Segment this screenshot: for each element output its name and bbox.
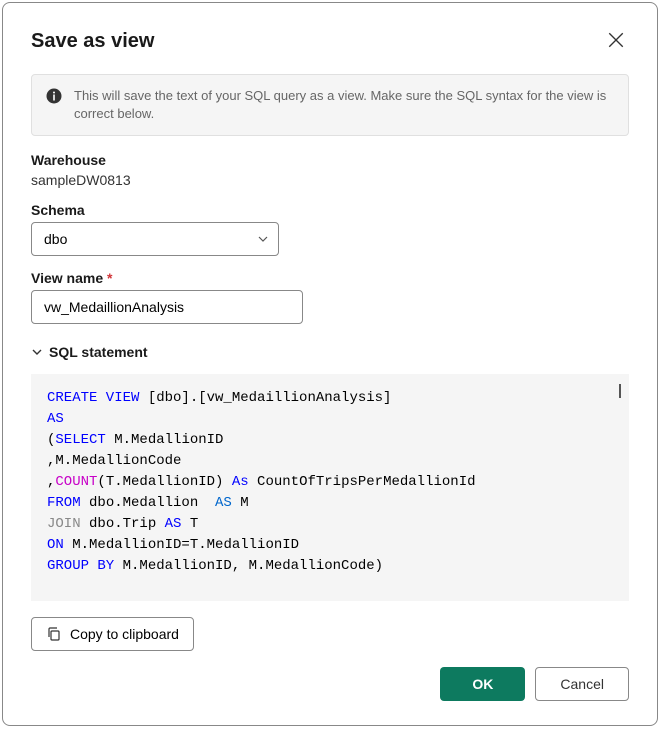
sql-keyword: GROUP BY [47, 558, 114, 574]
close-button[interactable] [603, 27, 629, 56]
modal-title: Save as view [31, 30, 154, 53]
copy-to-clipboard-button[interactable]: Copy to clipboard [31, 617, 194, 651]
view-name-label: View name [31, 270, 629, 286]
sql-text: ,M.MedallionCode [47, 453, 181, 469]
sql-text: (T.MedallionID) [97, 474, 231, 490]
warehouse-value: sampleDW0813 [31, 172, 629, 188]
sql-section-toggle[interactable]: SQL statement [31, 344, 629, 360]
footer-buttons: OK Cancel [31, 667, 629, 701]
copy-icon [46, 626, 62, 642]
sql-text: M.MedallionID [106, 432, 224, 448]
sql-code-block[interactable]: CREATE VIEW [dbo].[vw_MedaillionAnalysis… [31, 374, 629, 601]
sql-text: dbo.Medallion [81, 495, 215, 511]
modal-header: Save as view [31, 27, 629, 56]
schema-select-input[interactable] [31, 222, 279, 256]
info-text: This will save the text of your SQL quer… [74, 87, 614, 123]
sql-keyword: SELECT [55, 432, 105, 448]
sql-text: T [181, 516, 198, 532]
sql-function: COUNT [55, 474, 97, 490]
schema-select[interactable] [31, 222, 279, 256]
sql-text: M [232, 495, 249, 511]
sql-keyword: FROM [47, 495, 81, 511]
sql-text: M.MedallionID, M.MedallionCode) [114, 558, 383, 574]
view-name-input[interactable] [31, 290, 303, 324]
sql-keyword: CREATE VIEW [47, 390, 139, 406]
ok-button[interactable]: OK [440, 667, 525, 701]
info-banner: This will save the text of your SQL quer… [31, 74, 629, 136]
sql-text: M.MedallionID=T.MedallionID [64, 537, 299, 553]
sql-keyword: As [232, 474, 249, 490]
save-as-view-modal: Save as view This will save the text of … [2, 2, 658, 726]
sql-keyword: AS [47, 411, 64, 427]
sql-keyword: ON [47, 537, 64, 553]
sql-text: [dbo].[vw_MedaillionAnalysis] [139, 390, 391, 406]
sql-section-title: SQL statement [49, 344, 148, 360]
copy-button-label: Copy to clipboard [70, 626, 179, 642]
info-icon [46, 88, 62, 104]
sql-keyword: JOIN [47, 516, 81, 532]
sql-text: CountOfTripsPerMedallionId [249, 474, 476, 490]
close-icon [607, 31, 625, 49]
cancel-button[interactable]: Cancel [535, 667, 629, 701]
warehouse-label: Warehouse [31, 152, 629, 168]
schema-label: Schema [31, 202, 629, 218]
sql-keyword: AS [165, 516, 182, 532]
chevron-down-icon [31, 346, 43, 358]
sql-text: dbo.Trip [81, 516, 165, 532]
sql-keyword: AS [215, 495, 232, 511]
